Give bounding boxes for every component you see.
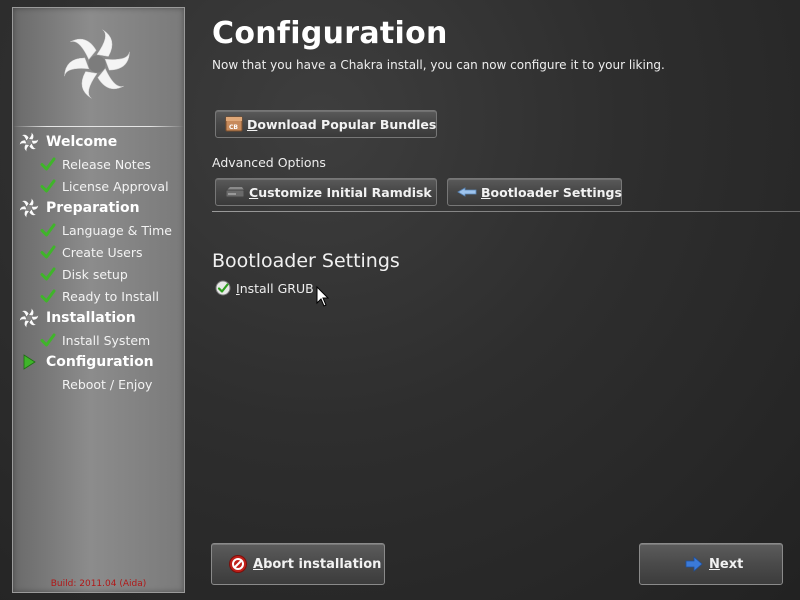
svg-text:CB: CB [229, 124, 238, 131]
step-label: Welcome [46, 134, 118, 150]
arrow-right-icon [23, 354, 36, 370]
customize-ramdisk-button[interactable]: Customize Initial Ramdisk [215, 178, 437, 206]
step-install-system: Install System [40, 329, 150, 351]
chakra-logo-icon [64, 29, 130, 99]
bundles-accel: D [247, 116, 258, 132]
step-configuration: Configuration [19, 351, 154, 373]
chakra-mini-icon [19, 198, 39, 218]
bootloader-section-title: Bootloader Settings [212, 250, 400, 272]
ramdisk-accel: C [249, 184, 259, 200]
step-label: Create Users [62, 244, 143, 260]
download-popular-bundles-button[interactable]: CB Download Popular Bundles [215, 110, 437, 138]
step-reboot-enjoy: Reboot / Enjoy [62, 373, 152, 395]
next-button[interactable]: Next [639, 543, 783, 585]
step-label: Installation [46, 310, 136, 326]
abort-accel: A [253, 556, 264, 572]
step-label: Reboot / Enjoy [62, 376, 153, 392]
next-accel: N [709, 556, 720, 572]
page-title: Configuration [212, 16, 448, 51]
step-label: Language & Time [62, 222, 172, 238]
bundles-label: ownload Popular Bundles [257, 116, 437, 132]
abort-installation-button[interactable]: Abort installation [211, 543, 385, 585]
drive-icon [225, 183, 245, 201]
sidebar-divider [13, 126, 184, 127]
step-create-users: Create Users [40, 241, 143, 263]
step-license-approval: License Approval [40, 175, 169, 197]
step-label: Release Notes [62, 156, 151, 172]
page-subtitle: Now that you have a Chakra install, you … [212, 58, 665, 72]
ramdisk-label: ustomize Initial Ramdisk [258, 184, 432, 200]
chakra-mini-icon [19, 308, 39, 328]
step-welcome: Welcome [19, 131, 117, 153]
cd-box-icon: CB [225, 115, 243, 133]
step-installation: Installation [19, 307, 136, 329]
abort-label: bort installation [263, 556, 382, 572]
checkmark-icon [40, 179, 56, 193]
advanced-options-label: Advanced Options [212, 155, 326, 170]
step-label: Configuration [46, 354, 154, 370]
step-label: Install System [62, 332, 151, 348]
boot-arrow-icon [457, 183, 477, 201]
mouse-cursor-icon [316, 286, 330, 307]
step-label: License Approval [62, 178, 169, 194]
bootloader-label: ootloader Settings [490, 184, 622, 200]
step-label: Preparation [46, 200, 140, 216]
install-grub-label: nstall GRUB [239, 280, 314, 296]
step-release-notes: Release Notes [40, 153, 151, 175]
chakra-mini-icon [19, 132, 39, 152]
step-language-time: Language & Time [40, 219, 172, 241]
installer-sidebar: Welcome Release Notes License Approval Prep… [12, 7, 185, 593]
checkmark-icon [40, 333, 56, 347]
step-preparation: Preparation [19, 197, 140, 219]
step-ready-to-install: Ready to Install [40, 285, 159, 307]
bootloader-settings-button[interactable]: Bootloader Settings [447, 178, 622, 206]
section-separator [212, 211, 800, 212]
step-label: Disk setup [62, 266, 128, 282]
arrow-right-icon [685, 556, 703, 572]
checkmark-icon [40, 289, 56, 303]
next-label: ext [719, 556, 744, 572]
checkmark-icon [40, 223, 56, 237]
checkmark-icon [40, 245, 56, 259]
step-label: Ready to Install [62, 288, 159, 304]
step-disk-setup: Disk setup [40, 263, 128, 285]
install-grub-checkbox[interactable]: Install GRUB [215, 280, 314, 296]
bootloader-accel: B [481, 184, 491, 200]
build-version: Build: 2011.04 (Aida) [50, 579, 147, 589]
checkmark-icon [40, 157, 56, 171]
checkmark-icon [40, 267, 56, 281]
abort-icon [229, 555, 247, 573]
checkbox-checked-icon [215, 280, 231, 296]
